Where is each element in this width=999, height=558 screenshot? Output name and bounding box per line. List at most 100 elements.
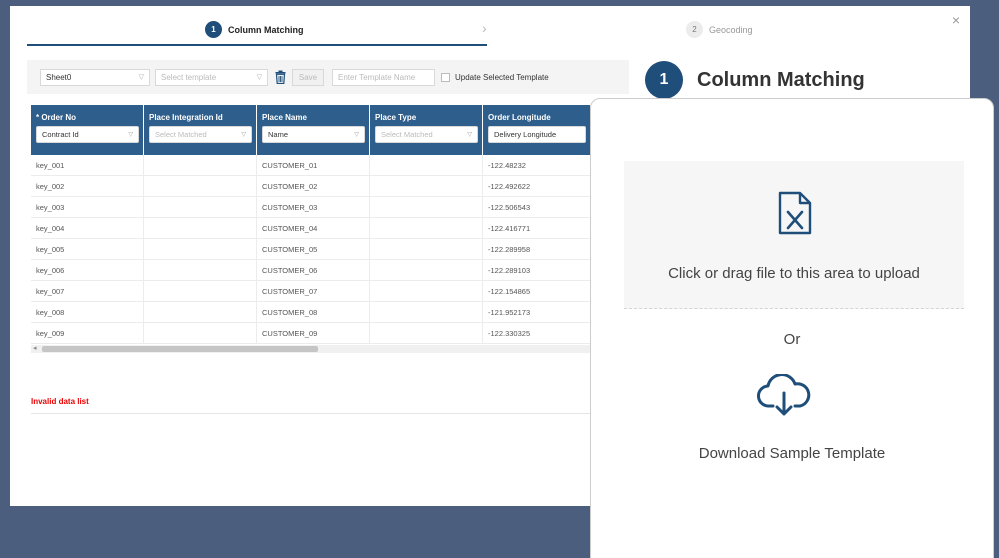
table-cell: CUSTOMER_04 (257, 218, 370, 238)
upload-instructions: Click or drag file to this area to uploa… (668, 265, 920, 282)
column-header: Place Name Name ▽ (257, 105, 370, 155)
table-cell: CUSTOMER_05 (257, 239, 370, 259)
table-cell: -122.154865 (483, 281, 591, 301)
table-header: * Order No Contract Id ▽ Place Integrati… (31, 105, 591, 155)
update-template-label: Update Selected Template (455, 72, 549, 82)
upload-dropzone[interactable]: Click or drag file to this area to uploa… (624, 161, 964, 309)
save-button[interactable]: Save (292, 68, 324, 86)
active-step-underline (27, 44, 487, 46)
scroll-left-icon[interactable]: ◂ (33, 344, 37, 352)
column-match-select[interactable]: Select Matched ▽ (375, 126, 478, 143)
delete-template-icon[interactable] (273, 69, 287, 85)
step-label: Geocoding (709, 24, 753, 35)
table-row[interactable]: key_008 CUSTOMER_08 -121.952173 (31, 302, 591, 323)
table-row[interactable]: key_005 CUSTOMER_05 -122.289958 (31, 239, 591, 260)
table-row[interactable]: key_003 CUSTOMER_03 -122.506543 (31, 197, 591, 218)
toolbar: Sheet0 ▽ Select template ▽ Save Enter Te… (27, 60, 629, 94)
table-cell: key_002 (31, 176, 144, 196)
column-match-select[interactable]: Select Matched ▽ (149, 126, 252, 143)
table-cell (370, 155, 483, 175)
chevron-down-icon: ▽ (138, 73, 144, 81)
step-number: 1 (205, 21, 222, 38)
table-row[interactable]: key_006 CUSTOMER_06 -122.289103 (31, 260, 591, 281)
step-column-matching[interactable]: 1 Column Matching (205, 21, 304, 38)
column-header: Place Integration Id Select Matched ▽ (144, 105, 257, 155)
table-cell (144, 176, 257, 196)
table-row[interactable]: key_007 CUSTOMER_07 -122.154865 (31, 281, 591, 302)
column-header: Place Type Select Matched ▽ (370, 105, 483, 155)
chevron-down-icon: ▽ (256, 73, 262, 81)
table-cell: -122.289103 (483, 260, 591, 280)
table-cell (370, 281, 483, 301)
chevron-down-icon: ▽ (241, 132, 246, 138)
column-header-label: * Order No (36, 113, 77, 122)
table-cell: key_003 (31, 197, 144, 217)
column-header-label: Order Longitude (488, 113, 551, 122)
table-cell: key_007 (31, 281, 144, 301)
step-geocoding[interactable]: 2 Geocoding (686, 21, 753, 38)
section-title-label: Column Matching (697, 68, 865, 91)
table-cell: key_008 (31, 302, 144, 322)
scrollbar-thumb[interactable] (42, 346, 318, 352)
cloud-download-icon[interactable] (756, 374, 812, 418)
column-header: Order Longitude Delivery Longitude (483, 105, 591, 155)
column-match-value: Name (268, 130, 289, 139)
upload-panel: Click or drag file to this area to uploa… (590, 98, 994, 558)
table-row[interactable]: key_002 CUSTOMER_02 -122.492622 (31, 176, 591, 197)
column-match-select[interactable]: Delivery Longitude (488, 126, 586, 143)
template-name-input[interactable]: Enter Template Name (332, 68, 435, 86)
table-cell (144, 302, 257, 322)
table-cell: CUSTOMER_07 (257, 281, 370, 301)
table-cell (144, 197, 257, 217)
sheet-select[interactable]: Sheet0 ▽ (40, 68, 150, 86)
table-row[interactable]: key_004 CUSTOMER_04 -122.416771 (31, 218, 591, 239)
invalid-data-list (31, 413, 601, 414)
table-cell (370, 323, 483, 343)
table-cell: CUSTOMER_09 (257, 323, 370, 343)
table-row[interactable]: key_009 CUSTOMER_09 -122.330325 (31, 323, 591, 344)
column-header-label: Place Name (262, 113, 307, 122)
table-cell: CUSTOMER_06 (257, 260, 370, 280)
step-number: 2 (686, 21, 703, 38)
table-cell: CUSTOMER_08 (257, 302, 370, 322)
table-cell (144, 218, 257, 238)
table-cell: -122.506543 (483, 197, 591, 217)
horizontal-scrollbar[interactable]: ◂ (31, 345, 591, 353)
table-cell: key_004 (31, 218, 144, 238)
column-header: * Order No Contract Id ▽ (31, 105, 144, 155)
table-cell (370, 239, 483, 259)
column-match-value: Select Matched (381, 130, 433, 139)
invalid-data-label: Invalid data list (31, 397, 89, 406)
update-template-checkbox[interactable] (441, 72, 450, 82)
chevron-down-icon: ▽ (467, 132, 472, 138)
column-match-select[interactable]: Name ▽ (262, 126, 365, 143)
section-step-number: 1 (645, 61, 683, 99)
table-cell: -122.289958 (483, 239, 591, 259)
table-cell (144, 155, 257, 175)
chevron-down-icon: ▽ (354, 132, 359, 138)
table-cell (144, 239, 257, 259)
table-cell: CUSTOMER_03 (257, 197, 370, 217)
chevron-down-icon: ▽ (128, 132, 133, 138)
table-cell: CUSTOMER_02 (257, 176, 370, 196)
table-cell (370, 218, 483, 238)
column-match-value: Delivery Longitude (494, 130, 557, 139)
table-cell (370, 302, 483, 322)
column-header-label: Place Type (375, 113, 417, 122)
table-cell: key_006 (31, 260, 144, 280)
chevron-right-icon: › (482, 20, 487, 36)
table-cell (144, 281, 257, 301)
column-match-select[interactable]: Contract Id ▽ (36, 126, 139, 143)
table-cell: -121.952173 (483, 302, 591, 322)
table-cell: key_005 (31, 239, 144, 259)
sheet-select-value: Sheet0 (46, 72, 72, 82)
table-row[interactable]: key_001 CUSTOMER_01 -122.48232 (31, 155, 591, 176)
table-cell: key_001 (31, 155, 144, 175)
table-cell (144, 323, 257, 343)
template-select[interactable]: Select template ▽ (155, 68, 268, 86)
table-cell (370, 197, 483, 217)
table-cell (370, 260, 483, 280)
table-cell (144, 260, 257, 280)
download-sample-template-link[interactable]: Download Sample Template (591, 445, 993, 462)
step-label: Column Matching (228, 24, 304, 35)
